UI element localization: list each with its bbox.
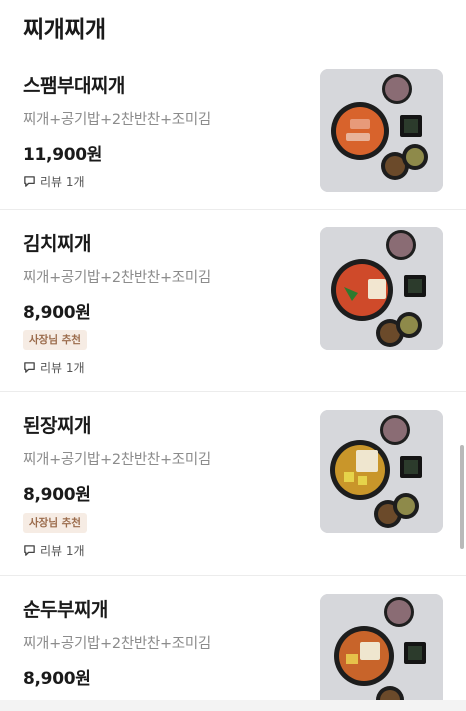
menu-item-description: 찌개+공기밥+2찬반찬+조미김: [23, 636, 211, 652]
review-count-label: 리뷰 1개: [40, 361, 85, 375]
menu-item-price: 8,900원: [23, 303, 91, 323]
menu-item-name: 순두부찌개: [23, 599, 108, 621]
review-count-label: 리뷰 1개: [40, 544, 85, 558]
menu-item-price: 8,900원: [23, 669, 91, 689]
review-count: 리뷰 1개: [23, 173, 85, 190]
menu-item-sundubu-jjigae[interactable]: 순두부찌개 찌개+공기밥+2찬반찬+조미김 8,900원: [0, 576, 466, 711]
owner-recommend-badge: 사장님 추천: [23, 513, 87, 533]
scrollbar[interactable]: [460, 445, 464, 549]
menu-item-photo: [320, 227, 443, 350]
menu-item-photo: [320, 594, 443, 711]
menu-item-price: 8,900원: [23, 485, 91, 505]
comment-icon: [24, 545, 35, 556]
menu-item-photo: [320, 410, 443, 533]
stew-photo-image: [320, 410, 443, 533]
menu-item-photo: [320, 69, 443, 192]
section-title: 찌개찌개: [23, 17, 106, 43]
comment-icon: [24, 362, 35, 373]
menu-item-doenjang-jjigae[interactable]: 된장찌개 찌개+공기밥+2찬반찬+조미김 8,900원 사장님 추천 리뷰 1개: [0, 392, 466, 576]
review-count: 리뷰 1개: [23, 359, 85, 376]
menu-item-name: 스팸부대찌개: [23, 75, 125, 97]
review-count: 리뷰 1개: [23, 542, 85, 559]
bottom-bar: [0, 700, 466, 711]
menu-item-name: 김치찌개: [23, 233, 91, 255]
stew-photo-image: [320, 594, 443, 711]
menu-item-description: 찌개+공기밥+2찬반찬+조미김: [23, 270, 211, 286]
owner-recommend-badge: 사장님 추천: [23, 330, 87, 350]
menu-item-description: 찌개+공기밥+2찬반찬+조미김: [23, 112, 211, 128]
review-count-label: 리뷰 1개: [40, 175, 85, 189]
menu-item-spam-budae-jjigae[interactable]: 스팸부대찌개 찌개+공기밥+2찬반찬+조미김 11,900원 리뷰 1개: [0, 56, 466, 210]
menu-item-price: 11,900원: [23, 145, 103, 165]
menu-item-kimchi-jjigae[interactable]: 김치찌개 찌개+공기밥+2찬반찬+조미김 8,900원 사장님 추천 리뷰 1개: [0, 210, 466, 392]
stew-photo-image: [320, 69, 443, 192]
stew-photo-image: [320, 227, 443, 350]
menu-item-description: 찌개+공기밥+2찬반찬+조미김: [23, 452, 211, 468]
comment-icon: [24, 176, 35, 187]
menu-item-name: 된장찌개: [23, 415, 91, 437]
